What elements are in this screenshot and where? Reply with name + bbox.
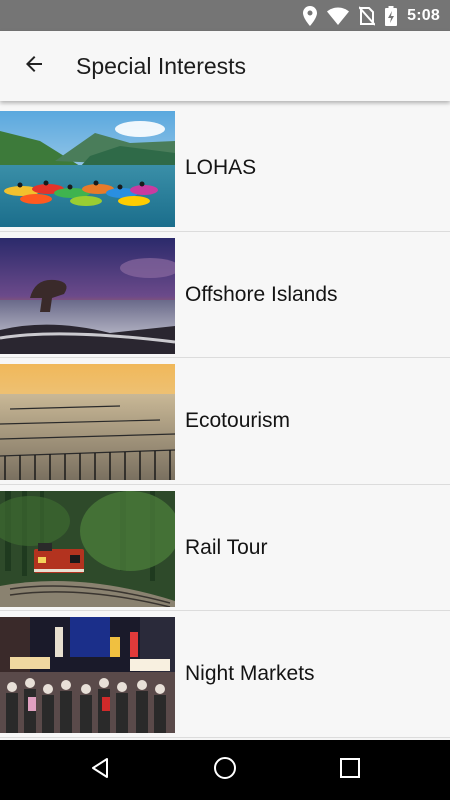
forest-train-photo [0,490,175,607]
item-label: Offshore Islands [185,282,338,306]
interest-list: LOHAS Offshore Islands Ecotourism Rail T… [0,105,450,738]
oyster-racks-sunset-photo [0,364,175,480]
list-item-lohas[interactable]: LOHAS [0,105,450,232]
nav-recents-icon [339,757,361,784]
app-bar: Special Interests [0,31,450,101]
battery-charging-icon [385,6,398,26]
location-icon [303,6,318,26]
list-item-rail-tour[interactable]: Rail Tour [0,484,450,611]
status-icons: 5:08 [303,5,440,27]
nav-back-button[interactable] [80,750,120,790]
rock-formation-sunset-photo [0,237,175,354]
arrow-back-icon [22,52,46,81]
item-label: Night Markets [185,662,315,685]
list-item-ecotourism[interactable]: Ecotourism [0,358,450,485]
status-bar: 5:08 [0,0,450,31]
night-market-crowd-photo [0,617,175,733]
kayaks-on-lake-photo [0,111,175,227]
back-button[interactable] [16,48,52,84]
wifi-icon [327,7,350,25]
nav-home-icon [212,755,238,786]
item-label: Ecotourism [185,409,291,432]
list-item-night-markets[interactable]: Night Markets [0,611,450,738]
nav-home-button[interactable] [205,750,245,790]
nav-recents-button[interactable] [330,750,370,790]
item-label: Rail Tour [185,535,268,559]
nav-back-icon [88,756,112,785]
status-time: 5:08 [407,7,440,24]
navigation-bar [0,740,450,800]
list-item-offshore-islands[interactable]: Offshore Islands [0,231,450,358]
item-label: LOHAS [185,156,257,179]
page-title: Special Interests [76,53,247,79]
no-sim-icon [359,6,376,26]
